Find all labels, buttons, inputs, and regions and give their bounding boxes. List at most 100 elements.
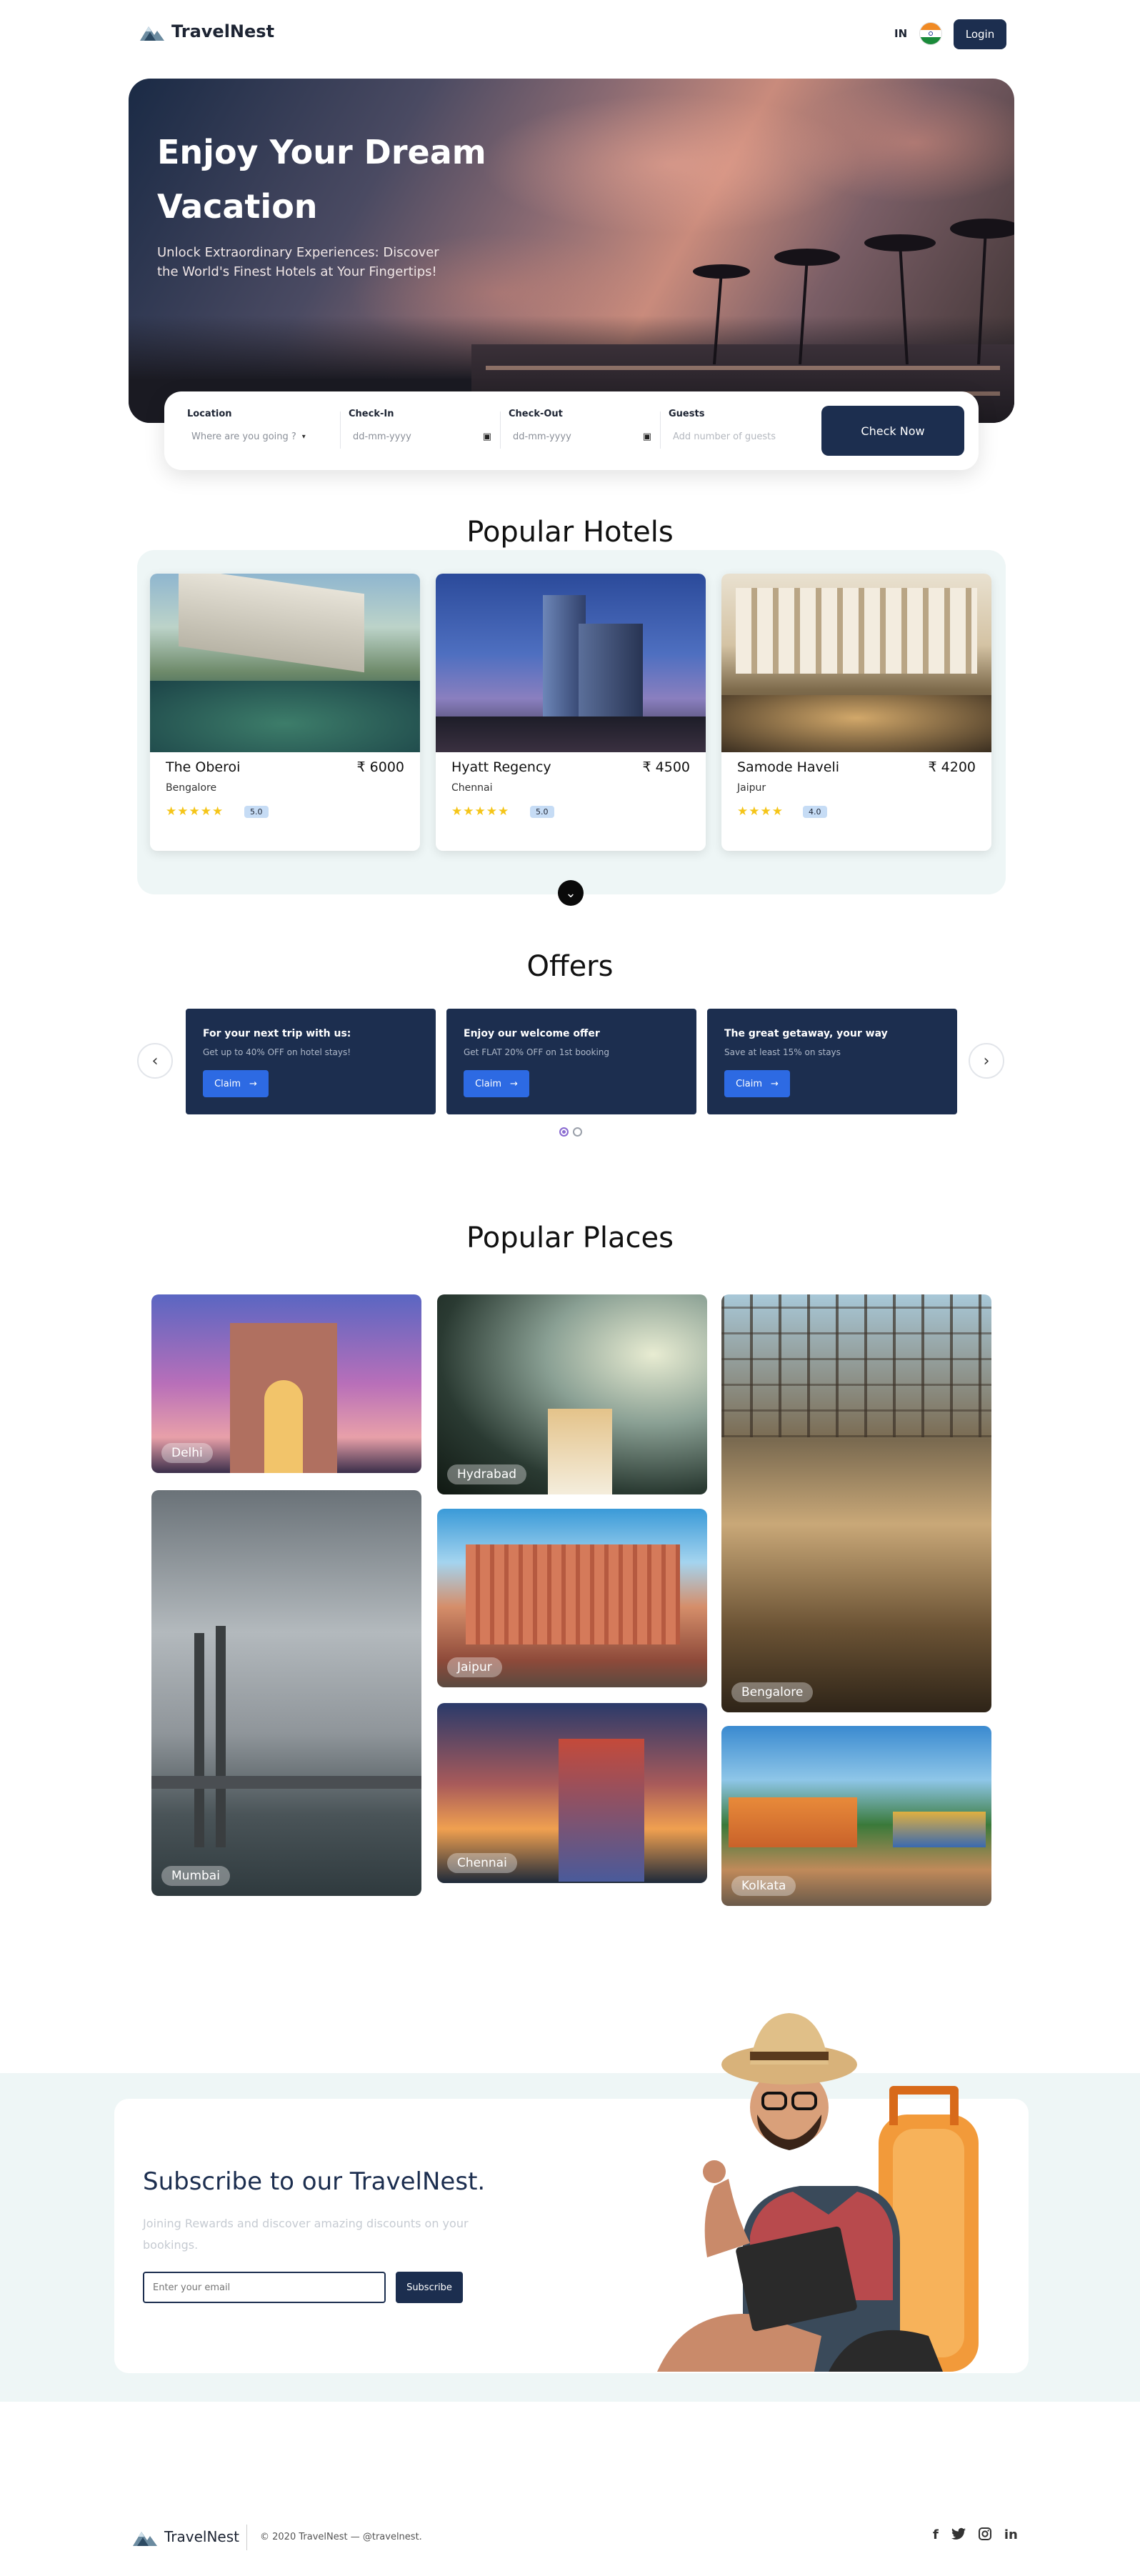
checkout-input[interactable]: dd-mm-yyyy ▣ [509,425,651,448]
offer-subtitle: Get FLAT 20% OFF on 1st booking [464,1047,610,1057]
offer-subtitle: Get up to 40% OFF on hotel stays! [203,1047,351,1057]
footer-divider [246,2525,247,2550]
calendar-icon: ▣ [642,431,651,442]
place-label: Bengalore [731,1682,814,1702]
checkout-value: dd-mm-yyyy [513,431,571,442]
place-label: Jaipur [447,1657,502,1677]
location-select[interactable]: Where are you going ? ▾ [187,425,306,448]
claim-label: Claim [214,1078,241,1089]
copyright-text: © 2020 TravelNest — @travelnest. [260,2532,422,2542]
mountain-logo-icon [133,2532,157,2546]
star-rating-icon: ★★★★★ [166,804,224,819]
india-flag-icon[interactable] [919,22,942,45]
chevron-left-icon[interactable]: ‹ [137,1043,173,1079]
checkout-field: Check-Out dd-mm-yyyy ▣ [509,409,651,448]
offers-title: Offers [526,950,614,983]
offer-title: The great getaway, your way [724,1028,888,1039]
hotel-city: Chennai [451,782,493,794]
login-button[interactable]: Login [954,19,1006,49]
place-card[interactable]: Mumbai [151,1490,421,1896]
arrow-right-icon: → [249,1078,257,1089]
hotel-card[interactable]: The Oberoi ₹ 6000 Bengalore ★★★★★ 5.0 [150,574,420,851]
arrow-right-icon: → [510,1078,518,1089]
language-code[interactable]: IN [894,27,907,40]
hero-subtitle: Unlock Extraordinary Experiences: Discov… [157,245,439,279]
hotel-name: Hyatt Regency [451,759,551,775]
mountain-logo-icon [140,26,164,41]
place-card[interactable]: Delhi [151,1294,421,1473]
claim-button[interactable]: Claim → [464,1070,529,1097]
chevron-down-icon: ▾ [301,432,306,441]
footer: TravelNest © 2020 TravelNest — @travelne… [0,2517,1140,2560]
facebook-icon[interactable]: f [933,2527,939,2542]
logo[interactable]: TravelNest [140,21,274,41]
claim-button[interactable]: Claim → [203,1070,269,1097]
star-rating-icon: ★★★★ [737,804,784,819]
place-card[interactable]: Jaipur [437,1509,707,1687]
place-card[interactable]: Hydrabad [437,1294,707,1494]
footer-logo[interactable]: TravelNest [133,2527,239,2546]
social-links: f in [933,2527,1018,2542]
carousel-dot-active[interactable] [559,1127,569,1137]
offer-card: Enjoy our welcome offer Get FLAT 20% OFF… [446,1009,696,1114]
popular-hotels-title: Popular Hotels [466,516,674,549]
checkout-label: Check-Out [509,409,563,419]
hotel-city: Jaipur [737,782,766,794]
checkin-input[interactable]: dd-mm-yyyy ▣ [349,425,491,448]
carousel-dot[interactable] [573,1127,582,1137]
hotel-price: ₹ 4200 [928,759,976,775]
hero-banner: Enjoy Your Dream Vacation Unlock Extraor… [129,79,1014,423]
hotel-city: Bengalore [166,782,217,794]
claim-label: Claim [475,1078,502,1089]
offer-title: Enjoy our welcome offer [464,1028,600,1039]
chevron-right-icon[interactable]: › [969,1043,1004,1079]
guests-field: Guests Add number of guests [669,409,811,448]
subscribe-description: Joining Rewards and discover amazing dis… [143,2217,469,2252]
subscribe-button[interactable]: Subscribe [396,2272,463,2303]
offer-card: For your next trip with us: Get up to 40… [186,1009,436,1114]
traveler-illustration [657,2013,979,2372]
hotel-image [150,574,420,752]
rating-badge: 5.0 [530,806,554,818]
guests-placeholder: Add number of guests [673,431,776,442]
place-card[interactable]: Chennai [437,1703,707,1883]
instagram-icon[interactable] [978,2527,991,2540]
hotel-price: ₹ 6000 [356,759,404,775]
search-bar: Location Where are you going ? ▾ Check-In… [164,391,979,470]
email-input[interactable] [143,2272,386,2303]
place-label: Chennai [447,1853,517,1873]
hotel-card[interactable]: Samode Haveli ₹ 4200 Jaipur ★★★★ 4.0 [721,574,991,851]
hotel-card[interactable]: Hyatt Regency ₹ 4500 Chennai ★★★★★ 5.0 [436,574,706,851]
checkin-field: Check-In dd-mm-yyyy ▣ [349,409,491,448]
place-card[interactable]: Kolkata [721,1726,991,1906]
arrow-right-icon: → [771,1078,779,1089]
claim-label: Claim [736,1078,763,1089]
place-label: Delhi [161,1443,213,1463]
twitter-icon[interactable] [951,2527,966,2540]
popular-places-title: Popular Places [466,1222,674,1254]
hotel-price: ₹ 4500 [642,759,690,775]
claim-button[interactable]: Claim → [724,1070,790,1097]
place-label: Kolkata [731,1876,796,1896]
calendar-icon: ▣ [482,431,491,442]
place-label: Hydrabad [447,1464,527,1484]
linkedin-icon[interactable]: in [1004,2527,1018,2542]
hotel-name: The Oberoi [166,759,241,775]
location-field: Location Where are you going ? ▾ [187,409,306,448]
divider [340,411,341,449]
hotel-name: Samode Haveli [737,759,840,775]
place-card[interactable]: Bengalore [721,1294,991,1712]
palm-trees-icon [693,219,1014,364]
rating-badge: 5.0 [244,806,269,818]
divider [660,411,661,449]
checkin-value: dd-mm-yyyy [353,431,411,442]
hero-title: Enjoy Your Dream Vacation [157,133,486,226]
hotel-image [436,574,706,752]
offer-subtitle: Save at least 15% on stays [724,1047,841,1057]
check-now-button[interactable]: Check Now [821,406,964,456]
subscribe-title: Subscribe to our TravelNest. [143,2167,486,2196]
divider [500,411,501,449]
chevron-down-icon[interactable]: ⌄ [558,880,584,906]
rating-badge: 4.0 [803,806,827,818]
guests-input[interactable]: Add number of guests [669,425,811,448]
